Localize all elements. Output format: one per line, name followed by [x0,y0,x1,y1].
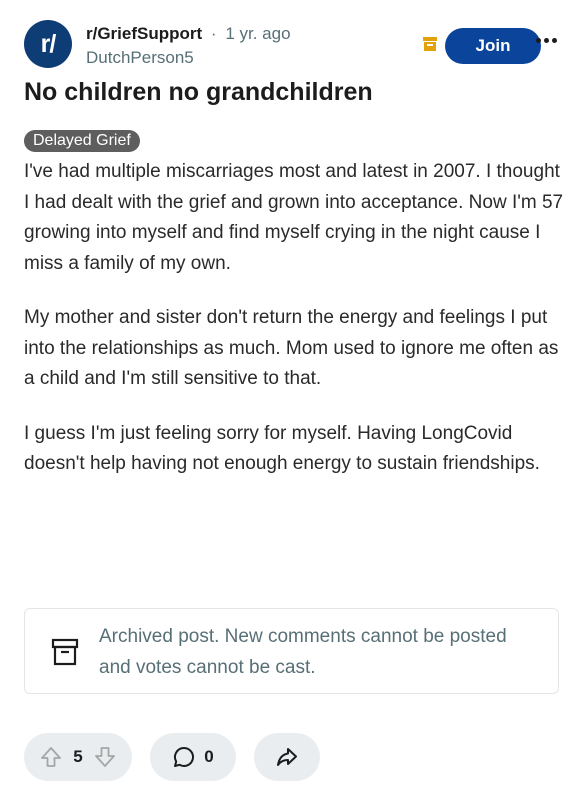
comment-count: 0 [204,747,214,766]
more-options-icon[interactable] [536,38,558,48]
share-button[interactable] [254,733,320,781]
meta-separator: · [210,24,217,43]
archived-notice-text: Archived post. New comments cannot be po… [99,626,507,678]
subreddit-avatar[interactable]: r/ [24,20,72,68]
archived-notice: Archived post. New comments cannot be po… [24,608,559,694]
share-arrow-icon [277,748,297,766]
post-header: r/ r/GriefSupport · 1 yr. ago DutchPerso… [24,20,564,72]
subreddit-meta: r/GriefSupport · 1 yr. ago [86,24,291,44]
comment-bubble-icon [174,747,195,767]
subreddit-name[interactable]: r/GriefSupport [86,24,202,43]
body-paragraph: My mother and sister don't return the en… [24,307,559,389]
archive-icon [423,37,437,51]
join-button[interactable]: Join [445,28,541,64]
post-actions: 5 0 [24,733,584,781]
post-body: I've had multiple miscarriages most and … [24,157,564,504]
body-paragraph: I've had multiple miscarriages most and … [24,161,564,274]
archive-box-icon [51,638,79,666]
post-title: No children no grandchildren [24,78,373,106]
vote-control: 5 [24,733,132,781]
author-name[interactable]: DutchPerson5 [86,48,194,68]
post-time: 1 yr. ago [225,24,291,43]
downvote-arrow-icon[interactable] [93,745,117,769]
post-flair[interactable]: Delayed Grief [24,130,140,152]
vote-count: 5 [73,747,83,766]
comments-button[interactable]: 0 [150,733,236,781]
body-paragraph: I guess I'm just feeling sorry for mysel… [24,422,540,475]
upvote-arrow-icon[interactable] [39,745,63,769]
